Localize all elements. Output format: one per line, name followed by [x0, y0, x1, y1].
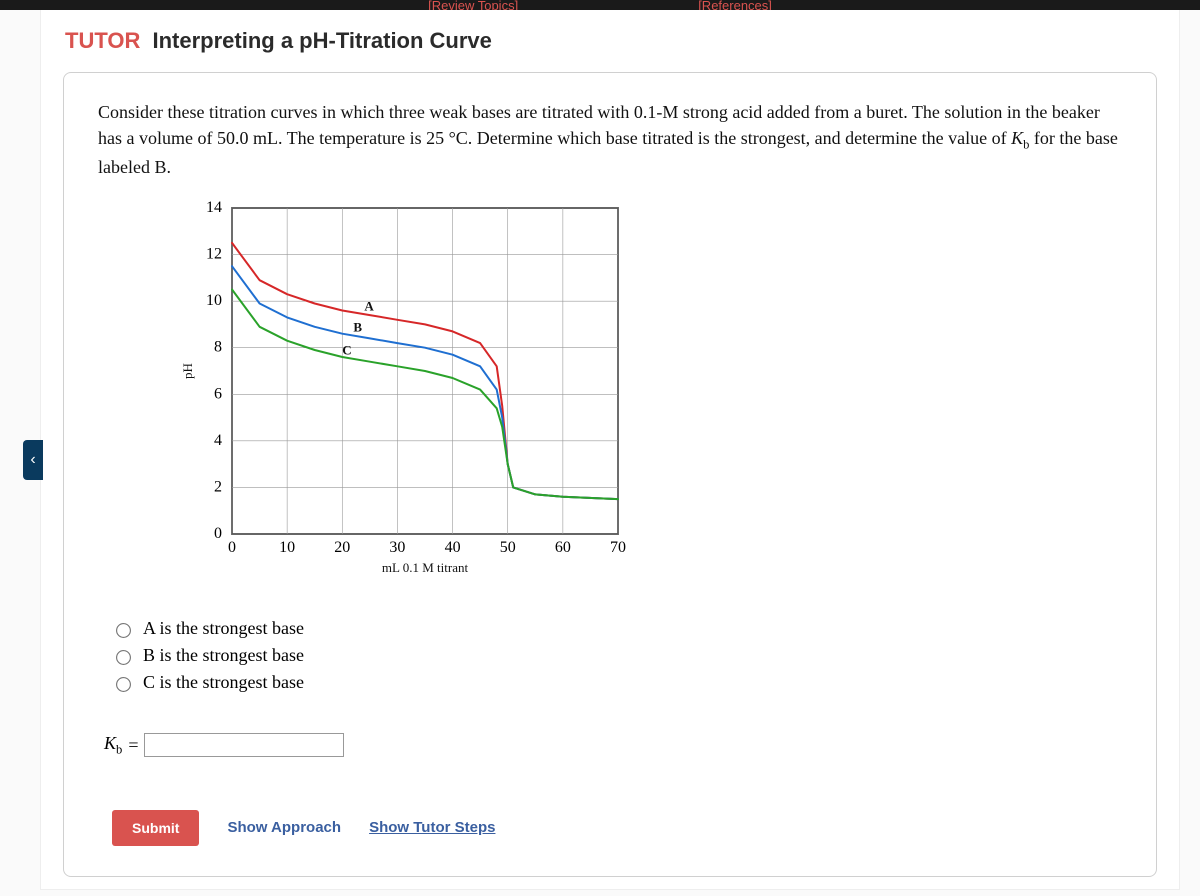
- side-tab[interactable]: ‹: [23, 440, 43, 480]
- option-label: B is the strongest base: [143, 645, 304, 666]
- action-bar: Submit Show Approach Show Tutor Steps: [112, 810, 1122, 846]
- question-prompt: Consider these titration curves in which…: [98, 99, 1118, 180]
- svg-text:mL 0.1 M titrant: mL 0.1 M titrant: [382, 560, 469, 575]
- svg-text:2: 2: [214, 478, 222, 495]
- brand-label: TUTOR: [65, 28, 140, 53]
- kb-input[interactable]: [144, 733, 344, 757]
- page-title: TUTOR Interpreting a pH-Titration Curve: [41, 28, 1179, 64]
- svg-text:10: 10: [279, 539, 295, 556]
- show-approach-link[interactable]: Show Approach: [227, 819, 341, 836]
- radio-optA[interactable]: [116, 623, 131, 638]
- svg-text:40: 40: [445, 539, 461, 556]
- svg-text:12: 12: [206, 246, 222, 263]
- svg-text:8: 8: [214, 339, 222, 356]
- answer-options: A is the strongest base B is the stronges…: [112, 618, 1122, 693]
- svg-text:20: 20: [334, 539, 350, 556]
- svg-text:0: 0: [228, 539, 236, 556]
- option-optC[interactable]: C is the strongest base: [112, 672, 1122, 693]
- kb-input-row: Kb =: [104, 733, 1122, 758]
- svg-text:60: 60: [555, 539, 571, 556]
- svg-text:30: 30: [389, 539, 405, 556]
- kb-label: Kb: [104, 733, 122, 758]
- submit-button[interactable]: Submit: [112, 810, 199, 846]
- svg-text:0: 0: [214, 525, 222, 542]
- svg-text:10: 10: [206, 292, 222, 309]
- svg-text:A: A: [364, 298, 374, 313]
- option-label: A is the strongest base: [143, 618, 304, 639]
- top-bar: [Review Topics] [References]: [0, 0, 1200, 10]
- option-optA[interactable]: A is the strongest base: [112, 618, 1122, 639]
- svg-text:6: 6: [214, 385, 222, 402]
- question-card: Consider these titration curves in which…: [63, 72, 1157, 877]
- svg-text:pH: pH: [180, 363, 195, 379]
- radio-optC[interactable]: [116, 677, 131, 692]
- svg-text:70: 70: [610, 539, 626, 556]
- svg-text:C: C: [342, 343, 351, 358]
- radio-optB[interactable]: [116, 650, 131, 665]
- svg-text:50: 50: [500, 539, 516, 556]
- svg-text:B: B: [353, 319, 362, 334]
- titration-chart: 0 10 20 30 40 50 60 70 0 2 4 6 8 10 12 14 mL 0.1 M titra…: [168, 194, 1122, 594]
- show-tutor-steps-link[interactable]: Show Tutor Steps: [369, 819, 495, 836]
- option-label: C is the strongest base: [143, 672, 304, 693]
- svg-text:4: 4: [214, 432, 222, 449]
- title-text: Interpreting a pH-Titration Curve: [153, 28, 492, 53]
- kb-equals: =: [128, 735, 138, 756]
- option-optB[interactable]: B is the strongest base: [112, 645, 1122, 666]
- chart-svg: 0 10 20 30 40 50 60 70 0 2 4 6 8 10 12 14 mL 0.1 M titra…: [168, 194, 638, 594]
- svg-text:14: 14: [206, 199, 222, 216]
